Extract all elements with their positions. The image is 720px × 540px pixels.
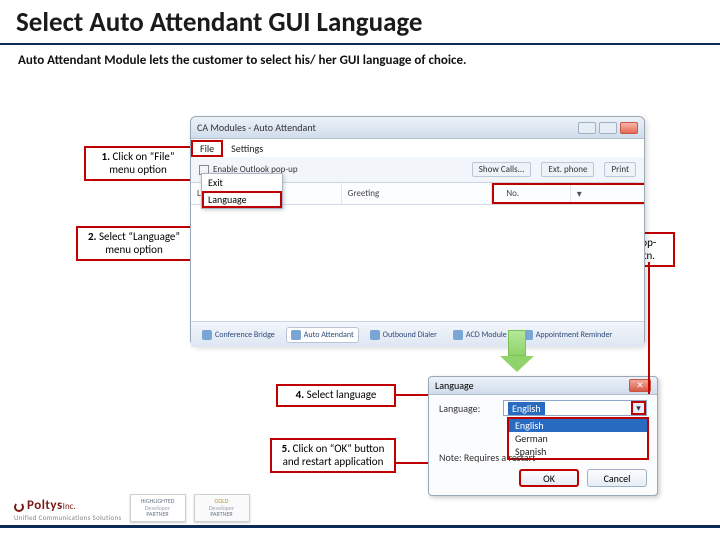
option-english[interactable]: English (509, 419, 647, 432)
settings-menu[interactable]: Settings (223, 141, 271, 156)
page-subtitle: Auto Attendant Module lets the customer … (0, 45, 720, 72)
chevron-down-icon[interactable] (571, 185, 640, 202)
note-text: Note: Requires a restart (439, 451, 535, 464)
swirl-icon (14, 502, 24, 512)
app-window: CA Modules - Auto Attendant File Setting… (190, 116, 645, 346)
footer-logos: PoltysInc. Unified Communications Soluti… (14, 494, 250, 522)
plaque-gold: GOLD Developer PARTNER (194, 494, 250, 522)
tab-conference-bridge[interactable]: Conference Bridge (197, 327, 280, 343)
select-chevron-button[interactable] (631, 401, 646, 415)
print-button[interactable]: Print (604, 162, 636, 177)
show-calls-button[interactable]: Show Calls... (472, 162, 532, 177)
ok-button[interactable]: OK (519, 469, 579, 487)
file-menu[interactable]: File (191, 140, 223, 157)
page-title: Select Auto Attendant GUI Language (0, 0, 720, 45)
app-body (191, 205, 644, 321)
connector (648, 262, 650, 394)
exit-menuitem[interactable]: Exit (202, 174, 282, 191)
brand-name: Poltys (27, 498, 63, 513)
tab-outbound-dialer[interactable]: Outbound Dialer (365, 327, 442, 343)
option-german[interactable]: German (509, 432, 647, 445)
app-footer-tabs: Conference Bridge Auto Attendant Outboun… (191, 321, 644, 347)
ext-phone-button[interactable]: Ext. phone (541, 162, 594, 177)
callout-2: 2. Select “Language” menu option (76, 226, 192, 261)
brand-subtitle: Unified Communications Solutions (14, 513, 122, 522)
callout-4: 4. Select language (276, 384, 396, 407)
footer-divider (0, 525, 720, 528)
file-dropdown: Exit Language (201, 173, 283, 209)
col-greeting: Greeting (342, 183, 493, 204)
dialog-title: Language (435, 379, 474, 392)
plaque-highlighted: HIGHLIGHTED Developer PARTNER (130, 494, 186, 522)
minimize-button[interactable] (578, 122, 596, 134)
cancel-button[interactable]: Cancel (587, 469, 647, 487)
callout-1: 1. Click on “File” menu option (84, 146, 192, 181)
tab-auto-attendant[interactable]: Auto Attendant (286, 327, 359, 343)
maximize-button[interactable] (599, 122, 617, 134)
titlebar: CA Modules - Auto Attendant (191, 117, 644, 139)
language-dialog: Language ✕ Language: English English Ger… (428, 376, 658, 496)
language-select[interactable]: English (503, 400, 647, 416)
dialog-titlebar: Language ✕ (429, 377, 657, 395)
menubar: File Settings (191, 139, 644, 157)
col-number: No. (492, 183, 644, 204)
callout-5: 5. Click on “OK” button and restart appl… (270, 438, 396, 473)
language-label: Language: (439, 402, 497, 415)
language-menuitem[interactable]: Language (202, 191, 282, 208)
down-arrow-icon (500, 330, 534, 372)
language-selected-value: English (508, 402, 545, 415)
app-title: CA Modules - Auto Attendant (197, 121, 316, 134)
close-button[interactable] (620, 122, 638, 134)
